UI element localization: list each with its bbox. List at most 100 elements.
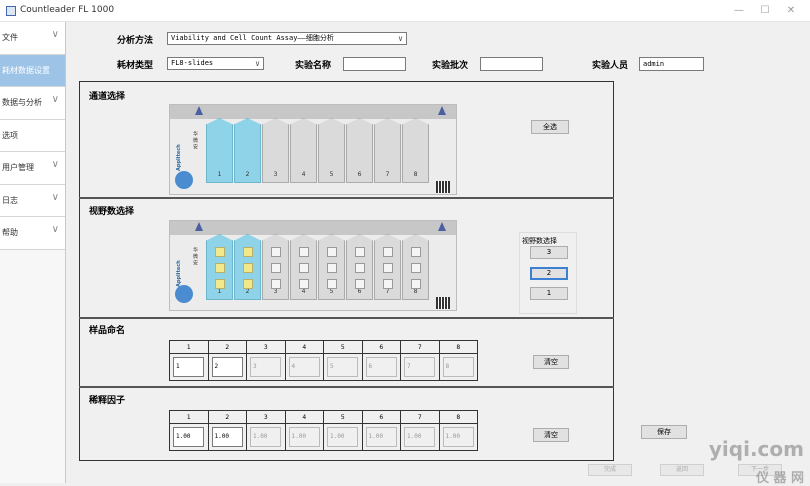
dilution-input-1[interactable]: 1.00	[173, 427, 204, 447]
table-cell: 1	[169, 353, 209, 381]
channel-number: 7	[385, 288, 390, 295]
channel-8[interactable]: 8	[402, 118, 429, 183]
save-button[interactable]: 保存	[641, 425, 687, 439]
table-cell: 1.00	[207, 423, 247, 451]
maximize-button[interactable]: ☐	[752, 3, 778, 19]
chevron-down-icon: ∨	[255, 59, 260, 68]
sidebar-item-user-management[interactable]: 用户管理 ∨	[0, 152, 65, 185]
channel-6[interactable]: 6	[346, 118, 373, 183]
clear-names-button[interactable]: 清空	[533, 355, 569, 369]
consumable-select[interactable]: FL8-slides ∨	[167, 57, 264, 70]
field-cell	[383, 279, 393, 289]
sample-name-input-2[interactable]: 2	[211, 357, 243, 377]
brand-label: Applitech	[176, 260, 182, 287]
naming-table: 1 2 3 4 5 6 7 8 1 2 3 4 5 6 7 8	[169, 340, 478, 381]
exp-name-input[interactable]	[343, 57, 406, 71]
column-header: 6	[361, 340, 401, 354]
column-header: 5	[323, 340, 363, 354]
method-select[interactable]: Viability and Cell Count Assay——细胞分析 ∨	[167, 32, 407, 45]
chevron-down-icon: ∨	[51, 159, 59, 170]
clear-dilution-button[interactable]: 清空	[533, 428, 569, 442]
watermark-subtext: 仪 器 网	[755, 471, 804, 486]
dilution-section-title: 稀释因子	[89, 396, 126, 406]
column-header: 2	[207, 410, 247, 424]
sample-name-input-7: 7	[404, 357, 435, 377]
flag-text: 华 微 安	[192, 247, 198, 266]
method-value: Viability and Cell Count Assay——细胞分析	[171, 34, 334, 42]
close-button[interactable]: ✕	[778, 3, 804, 19]
field-cell	[243, 279, 253, 289]
field-cell	[215, 263, 225, 273]
sidebar-item-options[interactable]: 选项	[0, 119, 65, 152]
chevron-down-icon: ∨	[51, 224, 59, 235]
channel-2[interactable]: 2	[234, 118, 261, 183]
sidebar: 文件 ∨ 耗材数据设置 数据与分析 ∨ 选项 用户管理 ∨ 日志 ∨ 帮助 ∨	[0, 22, 66, 483]
chevron-down-icon: ∨	[51, 29, 59, 40]
minimize-button[interactable]: —	[726, 3, 752, 19]
consumable-value: FL8-slides	[171, 59, 214, 67]
field-count-2-button[interactable]: 2	[530, 267, 568, 280]
table-cell: 1.00	[400, 423, 440, 451]
field-cell	[383, 263, 393, 273]
column-header: 8	[438, 410, 478, 424]
channel-3[interactable]: 3	[262, 118, 289, 183]
channel-4[interactable]: 4	[290, 118, 317, 183]
app-icon	[6, 6, 16, 16]
method-label: 分析方法	[117, 36, 154, 46]
chevron-down-icon: ∨	[51, 94, 59, 105]
table-cell: 1.00	[438, 423, 478, 451]
finish-button[interactable]: 完成	[588, 464, 632, 476]
triangle-marker-icon	[438, 222, 446, 231]
channel-5[interactable]: 5	[318, 118, 345, 183]
prev-button[interactable]: 返回	[660, 464, 704, 476]
batch-label: 实验批次	[432, 61, 469, 71]
divider	[79, 317, 614, 319]
batch-input[interactable]	[480, 57, 543, 71]
dilution-input-2[interactable]: 1.00	[211, 427, 243, 447]
sidebar-item-consumable-settings[interactable]: 耗材数据设置	[0, 54, 65, 87]
chevron-down-icon: ∨	[51, 191, 59, 203]
dilution-input-6: 1.00	[365, 427, 397, 447]
operator-input[interactable]: admin	[639, 57, 704, 71]
sample-name-input-1[interactable]: 1	[173, 357, 204, 377]
dilution-input-7: 1.00	[404, 427, 435, 447]
channel-number: 4	[301, 288, 306, 295]
sidebar-item-file[interactable]: 文件 ∨	[0, 22, 65, 55]
sidebar-item-help[interactable]: 帮助 ∨	[0, 217, 65, 250]
channel-number: 5	[329, 288, 334, 295]
table-cell: 7	[400, 353, 440, 381]
column-header: 4	[284, 340, 324, 354]
channel-number: 6	[357, 288, 362, 295]
consumable-label: 耗材类型	[117, 61, 154, 71]
exp-name-label: 实验名称	[295, 61, 332, 71]
channel-section-title: 通道选择	[89, 92, 126, 102]
column-header: 7	[400, 410, 440, 424]
sidebar-item-data-analysis[interactable]: 数据与分析 ∨	[0, 87, 65, 120]
field-cell	[271, 263, 281, 273]
column-header: 3	[246, 340, 286, 354]
sidebar-item-log[interactable]: 日志 ∨	[0, 184, 65, 217]
field-count-caption: 视野数选择	[522, 237, 557, 245]
triangle-marker-icon	[195, 222, 203, 231]
column-header: 7	[400, 340, 440, 354]
table-cell: 1.00	[284, 423, 324, 451]
channel-7[interactable]: 7	[374, 118, 401, 183]
main-content: 分析方法 Viability and Cell Count Assay——细胞分…	[66, 22, 810, 461]
field-cell	[355, 247, 365, 257]
channel-1[interactable]: 1	[206, 118, 233, 183]
table-cell: 3	[246, 353, 286, 381]
title-bar: Countleader FL 1000 — ☐ ✕	[0, 0, 810, 22]
divider	[79, 197, 614, 199]
operator-label: 实验人员	[592, 61, 629, 71]
sample-name-input-6: 6	[365, 357, 397, 377]
field-count-3-button[interactable]: 3	[530, 246, 568, 259]
sample-name-input-3: 3	[250, 357, 281, 377]
field-cell	[411, 263, 421, 273]
triangle-marker-icon	[438, 106, 446, 115]
field-cell	[243, 263, 253, 273]
brand-label: Applitech	[176, 144, 182, 171]
field-count-1-button[interactable]: 1	[530, 287, 568, 300]
field-cell	[355, 263, 365, 273]
select-all-button[interactable]: 全选	[531, 120, 569, 134]
slide-header	[170, 105, 456, 119]
